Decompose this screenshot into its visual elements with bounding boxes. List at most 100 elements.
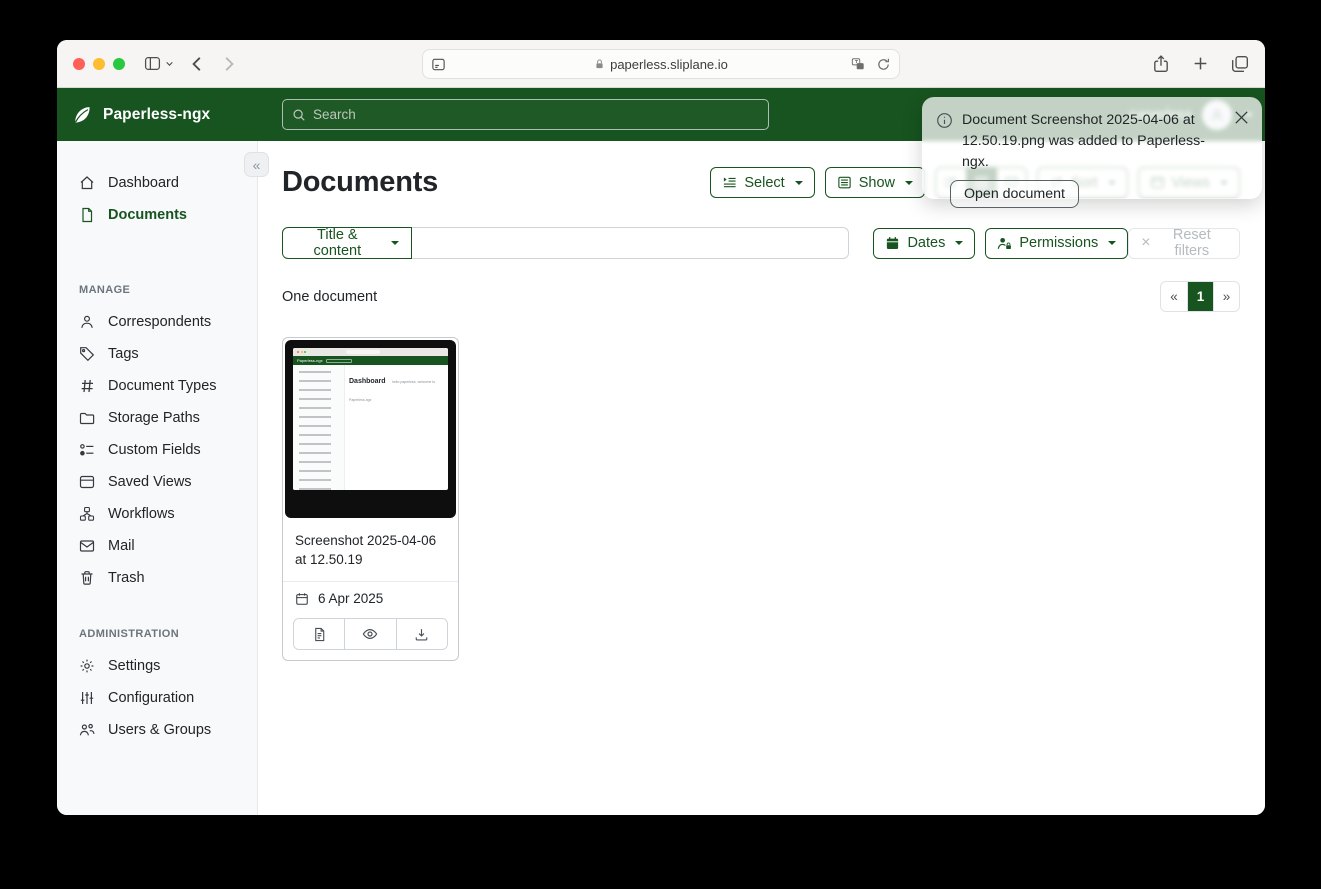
sidebar-item-label: Storage Paths	[108, 410, 200, 426]
file-text-icon	[312, 627, 327, 642]
toast-close-button[interactable]	[1232, 108, 1251, 127]
dates-filter-button[interactable]: Dates	[873, 228, 975, 259]
ui-radios-icon	[79, 442, 95, 458]
sliders-icon	[79, 690, 95, 706]
search-icon	[292, 108, 306, 122]
show-button[interactable]: Show	[825, 167, 925, 198]
sidebar-item-document-types[interactable]: Document Types	[57, 370, 257, 402]
address-bar[interactable]: paperless.sliplane.io	[422, 49, 900, 79]
thumbnail-app-header: Paperless-ngx	[293, 356, 448, 365]
filter-text-input[interactable]	[412, 227, 850, 259]
lock-icon	[594, 58, 605, 70]
chevron-down-icon	[955, 241, 963, 245]
document-count: One document	[282, 289, 377, 305]
document-title[interactable]: Screenshot 2025-04-06 at 12.50.19	[283, 520, 458, 581]
filter-bar: Title & content Dates Permissions × Rese…	[282, 227, 1240, 259]
share-icon[interactable]	[1152, 54, 1170, 74]
main-content: Documents Select Show	[258, 141, 1265, 815]
minimize-window-button[interactable]	[93, 58, 105, 70]
toast-message: Document Screenshot 2025-04-06 at 12.50.…	[962, 110, 1218, 173]
hash-icon	[79, 378, 95, 394]
sidebar-item-label: Mail	[108, 538, 135, 554]
zoom-window-button[interactable]	[113, 58, 125, 70]
sidebar-item-label: Document Types	[108, 378, 217, 394]
page-title: Documents	[282, 166, 438, 199]
file-icon	[79, 207, 95, 223]
trash-icon	[79, 570, 95, 586]
pagination: « 1 »	[1160, 281, 1240, 312]
chevron-down-icon	[165, 59, 174, 68]
forward-button[interactable]	[220, 55, 238, 73]
sidebar-item-label: Custom Fields	[108, 442, 201, 458]
reset-filters-button[interactable]: × Reset filters	[1128, 228, 1240, 259]
sidebar-item-users-groups[interactable]: Users & Groups	[57, 714, 257, 746]
reload-icon[interactable]	[876, 57, 891, 72]
dates-filter-label: Dates	[907, 235, 945, 251]
sidebar-item-mail[interactable]: Mail	[57, 530, 257, 562]
sidebar-item-label: Trash	[108, 570, 145, 586]
select-button[interactable]: Select	[710, 167, 814, 198]
boxes-icon	[79, 506, 95, 522]
browser-window: paperless.sliplane.io Paperless-ngx pape…	[57, 40, 1265, 815]
translate-icon[interactable]	[850, 57, 866, 71]
sidebar: « Dashboard Documents MANAGE Corresponde…	[57, 141, 258, 815]
close-window-button[interactable]	[73, 58, 85, 70]
people-icon	[79, 722, 95, 738]
sidebar-item-label: Users & Groups	[108, 722, 211, 738]
tab-overview-icon[interactable]	[1231, 55, 1249, 73]
sidebar-item-dashboard[interactable]: Dashboard	[57, 167, 257, 199]
eye-icon	[362, 626, 378, 642]
back-button[interactable]	[188, 55, 206, 73]
sidebar-section-administration: ADMINISTRATION	[57, 628, 257, 640]
sidebar-item-storage-paths[interactable]: Storage Paths	[57, 402, 257, 434]
sidebar-item-configuration[interactable]: Configuration	[57, 682, 257, 714]
new-tab-icon[interactable]	[1192, 55, 1209, 72]
global-search[interactable]	[282, 99, 769, 130]
sidebar-item-label: Tags	[108, 346, 139, 362]
filter-field-label: Title & content	[295, 227, 380, 259]
document-details-button[interactable]	[294, 619, 344, 649]
chevron-down-icon	[391, 241, 399, 245]
traffic-lights	[73, 58, 125, 70]
person-lock-icon	[997, 236, 1012, 251]
page-settings-icon[interactable]	[431, 57, 446, 72]
info-icon	[936, 112, 953, 129]
x-icon: ×	[1141, 235, 1150, 251]
sidebar-item-tags[interactable]: Tags	[57, 338, 257, 370]
permissions-filter-button[interactable]: Permissions	[985, 228, 1128, 259]
sidebar-item-correspondents[interactable]: Correspondents	[57, 306, 257, 338]
show-button-label: Show	[859, 175, 895, 191]
tag-icon	[79, 346, 95, 362]
url-text: paperless.sliplane.io	[610, 57, 728, 72]
sidebar-item-documents[interactable]: Documents	[57, 199, 257, 231]
pagination-prev-button[interactable]: «	[1161, 282, 1187, 311]
sidebar-item-workflows[interactable]: Workflows	[57, 498, 257, 530]
browser-toolbar: paperless.sliplane.io	[57, 40, 1265, 88]
document-download-button[interactable]	[396, 619, 447, 649]
sidebar-item-saved-views[interactable]: Saved Views	[57, 466, 257, 498]
pagination-page-1[interactable]: 1	[1187, 282, 1213, 311]
document-preview-button[interactable]	[344, 619, 395, 649]
document-card: Paperless-ngx Dashboard hello paperless,…	[282, 337, 459, 661]
search-input[interactable]	[313, 107, 759, 122]
calendar-icon	[885, 236, 900, 251]
app-brand[interactable]: Paperless-ngx	[71, 104, 210, 126]
filter-field-dropdown[interactable]: Title & content	[282, 227, 412, 259]
chevron-down-icon	[795, 181, 803, 185]
sidebar-item-trash[interactable]: Trash	[57, 562, 257, 594]
app-brand-label: Paperless-ngx	[103, 106, 210, 124]
document-thumbnail[interactable]: Paperless-ngx Dashboard hello paperless,…	[285, 340, 456, 518]
window-icon	[79, 474, 95, 490]
thumbnail-sidebar	[293, 365, 345, 490]
sidebar-item-label: Saved Views	[108, 474, 192, 490]
sidebar-item-custom-fields[interactable]: Custom Fields	[57, 434, 257, 466]
sidebar-item-settings[interactable]: Settings	[57, 650, 257, 682]
sidebar-item-label: Workflows	[108, 506, 175, 522]
pagination-next-button[interactable]: »	[1213, 282, 1239, 311]
permissions-filter-label: Permissions	[1019, 235, 1098, 251]
open-document-button[interactable]: Open document	[950, 180, 1079, 208]
download-icon	[414, 627, 429, 642]
sidebar-toggle-icon[interactable]	[143, 55, 174, 72]
sidebar-collapse-button[interactable]: «	[244, 152, 269, 177]
sidebar-item-label: Settings	[108, 658, 160, 674]
